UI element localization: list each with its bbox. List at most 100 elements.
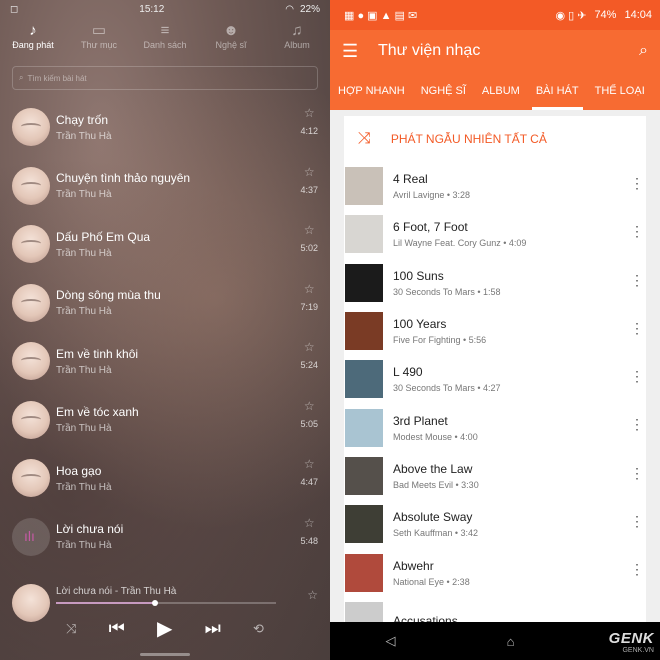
list-item-playing[interactable]: Lời chưa nóiTrần Thu Hà ☆5:48 (0, 508, 330, 567)
tab-folders[interactable]: ▭ Thư mục (69, 22, 129, 50)
menu-icon[interactable]: ☰ (342, 41, 372, 62)
list-item[interactable]: L 490 30 Seconds To Mars • 4:27 ⋮ (344, 355, 646, 403)
more-options-icon[interactable]: ⋮ (630, 224, 644, 238)
wifi-icon: ◠ (285, 3, 294, 15)
folder-icon: ▭ (91, 22, 107, 39)
avatar (12, 108, 50, 147)
song-card: ⤨ PHÁT NGẪU NHIÊN TẤT CẢ 4 Real Avril Lav… (344, 116, 646, 640)
star-icon[interactable]: ☆ (304, 399, 315, 413)
play-icon[interactable]: ▶ (157, 616, 172, 641)
list-item[interactable]: Abwehr National Eye • 2:38 ⋮ (344, 548, 646, 596)
player-controls: ⤨ ⏮ ▶ ⏭ ⟲ (0, 616, 330, 641)
star-icon[interactable]: ☆ (304, 165, 315, 179)
more-options-icon[interactable]: ⋮ (630, 562, 644, 576)
album-art (345, 167, 383, 206)
left-music-app: ◻ 15:12 ◠ 22% ♪ Đang phát ▭ Thư mục ≡ Da… (0, 0, 330, 660)
list-item[interactable]: 4 Real Avril Lavigne • 3:28 ⋮ (344, 162, 646, 210)
more-options-icon[interactable]: ⋮ (630, 273, 644, 287)
app-bar: ☰ Thư viện nhạc ⌕ (330, 30, 660, 72)
star-icon[interactable]: ☆ (304, 457, 315, 471)
equalizer-icon (12, 517, 50, 556)
list-item[interactable]: Hoa gạo Trần Thu Hà ☆ 4:47 (0, 449, 330, 508)
tab-artists[interactable]: NGHỆ SĨ (413, 72, 474, 110)
more-options-icon[interactable]: ⋮ (630, 466, 644, 480)
progress-fill (56, 602, 155, 604)
back-icon[interactable]: ◁ (386, 633, 396, 649)
star-icon[interactable]: ☆ (304, 223, 315, 237)
avatar (12, 459, 50, 498)
more-options-icon[interactable]: ⋮ (630, 417, 644, 431)
more-options-icon[interactable]: ⋮ (630, 176, 644, 190)
list-item[interactable]: Above the Law Bad Meets Evil • 3:30 ⋮ (344, 452, 646, 500)
avatar (12, 225, 50, 264)
playlist-icon: ≡ (160, 22, 170, 39)
music-note-icon: ♪ (29, 22, 37, 39)
artist-icon: ☻ (223, 22, 239, 39)
list-item[interactable]: Absolute Sway Seth Kauffman • 3:42 ⋮ (344, 500, 646, 548)
search-input[interactable]: ⌕ Tìm kiếm bài hát (12, 66, 318, 90)
tab-quick-mix[interactable]: HỢP NHANH (330, 72, 413, 110)
list-item[interactable]: Chạy trốn Trần Thu Hà ☆ 4:12 (0, 98, 330, 157)
shuffle-icon[interactable]: ⤨ (66, 621, 76, 637)
home-icon[interactable]: ⌂ (507, 634, 515, 649)
tab-artists[interactable]: ☻ Nghệ sĩ (201, 22, 261, 50)
signal-icon: ◉ ▯ ✈ (555, 9, 587, 22)
list-item[interactable]: 100 Years Five For Fighting • 5:56 ⋮ (344, 307, 646, 355)
search-icon[interactable]: ⌕ (639, 42, 648, 60)
list-item[interactable]: 3rd Planet Modest Mouse • 4:00 ⋮ (344, 403, 646, 451)
battery-level: 22% (299, 3, 320, 15)
album-art (345, 408, 383, 447)
star-icon[interactable]: ☆ (304, 516, 315, 530)
tab-albums[interactable]: ALBUM (474, 72, 528, 110)
status-icons-left: ◻ (10, 3, 19, 15)
right-music-app: ▦ ● ▣ ▲ ▤ ✉ ◉ ▯ ✈ 74% 14:04 ☰ Thư viện n… (330, 0, 660, 660)
progress-knob[interactable] (152, 600, 158, 606)
album-art (345, 312, 383, 351)
tab-album[interactable]: ♫ Album (267, 22, 327, 50)
status-time: 14:04 (624, 9, 652, 21)
star-icon[interactable]: ☆ (307, 588, 318, 602)
tab-now-playing[interactable]: ♪ Đang phát (3, 22, 63, 50)
home-indicator (140, 653, 190, 656)
list-item[interactable]: Dấu Phố Em Qua Trần Thu Hà ☆ 5:02 (0, 215, 330, 274)
shuffle-all-button[interactable]: ⤨ PHÁT NGẪU NHIÊN TẤT CẢ (344, 116, 646, 162)
avatar (12, 342, 50, 381)
album-art (345, 263, 383, 302)
list-item[interactable]: 6 Foot, 7 Foot Lil Wayne Feat. Cory Gunz … (344, 210, 646, 258)
tab-genres[interactable]: THỂ LOẠI (587, 72, 653, 110)
list-item[interactable]: 100 Suns 30 Seconds To Mars • 1:58 ⋮ (344, 259, 646, 307)
tab-songs[interactable]: BÀI HÁT (528, 72, 587, 110)
comparison-screenshot: ◻ 15:12 ◠ 22% ♪ Đang phát ▭ Thư mục ≡ Da… (0, 0, 660, 660)
status-time: 15:12 (139, 3, 165, 15)
list-item[interactable]: Chuyện tình thảo nguyên Trần Thu Hà ☆ 4:37 (0, 157, 330, 216)
list-item[interactable]: Dòng sông mùa thu Trần Thu Hà ☆ 7:19 (0, 274, 330, 333)
avatar (12, 400, 50, 439)
library-tabs: HỢP NHANH NGHỆ SĨ ALBUM BÀI HÁT THỂ LOẠI (330, 72, 660, 110)
previous-icon[interactable]: ⏮ (109, 618, 125, 639)
star-icon[interactable]: ☆ (304, 106, 315, 120)
tab-playlists[interactable]: ≡ Danh sách (135, 22, 195, 50)
more-options-icon[interactable]: ⋮ (630, 321, 644, 335)
left-status-bar: ◻ 15:12 ◠ 22% (0, 0, 330, 18)
more-options-icon[interactable]: ⋮ (630, 369, 644, 383)
progress-bar[interactable] (56, 600, 276, 606)
search-icon: ⌕ (19, 73, 24, 82)
album-art (345, 505, 383, 544)
list-item[interactable]: Em về tinh khôi Trần Thu Hà ☆ 5:24 (0, 332, 330, 391)
now-playing-title: Lời chưa nói - Trần Thu Hà (56, 586, 177, 597)
watermark: GENK GENK.VN (608, 630, 654, 654)
star-icon[interactable]: ☆ (304, 282, 315, 296)
notification-icons: ▦ ● ▣ ▲ ▤ ✉ (344, 9, 418, 22)
next-icon[interactable]: ⏭ (205, 618, 221, 639)
repeat-icon[interactable]: ⟲ (253, 621, 264, 637)
album-art (345, 360, 383, 399)
page-title: Thư viện nhạc (378, 42, 481, 59)
album-icon: ♫ (291, 22, 303, 39)
more-options-icon[interactable]: ⋮ (630, 514, 644, 528)
list-item[interactable]: Em về tóc xanh Trần Thu Hà ☆ 5:05 (0, 391, 330, 450)
library-body: ⤨ PHÁT NGẪU NHIÊN TẤT CẢ 4 Real Avril Lav… (330, 110, 660, 640)
shuffle-icon: ⤨ (358, 130, 371, 147)
avatar (12, 283, 50, 322)
star-icon[interactable]: ☆ (304, 340, 315, 354)
right-status-bar: ▦ ● ▣ ▲ ▤ ✉ ◉ ▯ ✈ 74% 14:04 (330, 0, 660, 30)
